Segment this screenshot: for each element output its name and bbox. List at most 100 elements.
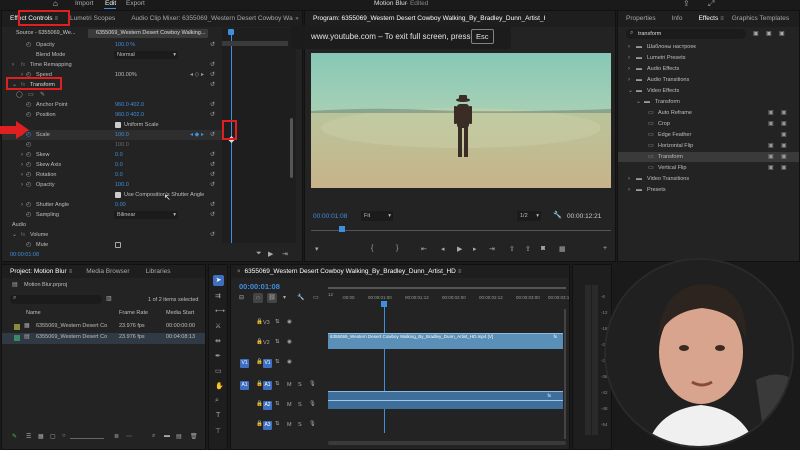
trash-icon[interactable]: 🗑: [190, 433, 198, 440]
tree-item[interactable]: › ▬ Presets: [618, 185, 799, 195]
reset-icon[interactable]: ↺: [210, 150, 222, 160]
reset-icon[interactable]: ↺: [210, 60, 222, 70]
row-value[interactable]: 0.0: [115, 150, 123, 160]
freeform-view-icon[interactable]: ▢: [50, 433, 56, 440]
new-bin-icon[interactable]: ▥: [106, 295, 112, 302]
tree-item[interactable]: ▭ Transform ▣ ▣: [618, 152, 799, 162]
stopwatch-icon[interactable]: ◴: [26, 170, 31, 180]
sync-lock-icon[interactable]: ⇅: [275, 359, 280, 365]
extract-icon[interactable]: ⇪: [525, 245, 531, 253]
reset-icon[interactable]: ↺: [210, 170, 222, 180]
share-icon[interactable]: ⇪: [683, 0, 690, 8]
stopwatch-icon[interactable]: ◴: [26, 100, 31, 110]
zoom-circle-icon[interactable]: ○: [62, 433, 66, 439]
wrench-icon[interactable]: 🔧: [553, 211, 562, 219]
ruler-scrollbar[interactable]: [328, 287, 566, 289]
type-tool-icon[interactable]: T: [216, 412, 220, 419]
expand-icon[interactable]: ⤢: [708, 0, 714, 9]
mark-out-bracket-icon[interactable]: }: [396, 245, 398, 252]
row-value[interactable]: 0.00: [115, 200, 126, 210]
tree-item[interactable]: ▭ Vertical Flip ▣ ▣: [618, 163, 799, 173]
row-value[interactable]: 100.0 %: [115, 40, 135, 50]
tab-audio-clip-mixer[interactable]: Audio Clip Mixer: 6355069_Western Desert…: [123, 11, 293, 27]
project-row[interactable]: ▦ 6355069_Western Desert Co 23.976 fps 0…: [2, 322, 205, 333]
timeline-timecode[interactable]: 00:00:01:08: [239, 282, 280, 291]
tree-item[interactable]: ⌄ ▬ Transform: [618, 97, 799, 107]
track-target-a3[interactable]: A3: [263, 421, 272, 430]
reset-icon[interactable]: ↺: [210, 230, 222, 240]
go-to-in-icon[interactable]: ⇤: [421, 245, 427, 253]
effects-search[interactable]: ⌕ transform: [626, 29, 746, 39]
add-marker-icon[interactable]: ▾: [283, 294, 286, 301]
sync-lock-icon[interactable]: ⇅: [275, 339, 280, 345]
timeline-v-scrollbar[interactable]: [564, 309, 566, 439]
reset-icon[interactable]: ↺: [210, 210, 222, 220]
selection-tool[interactable]: ➤: [213, 275, 224, 286]
row-value[interactable]: 0.0: [115, 160, 123, 170]
mute-checkbox[interactable]: [115, 242, 121, 248]
fit-select[interactable]: Fit ▾: [361, 211, 393, 221]
hand-icon[interactable]: ✋: [215, 382, 224, 390]
step-back-icon[interactable]: ◂: [441, 245, 445, 253]
pen-icon[interactable]: ✒: [215, 352, 221, 360]
track-target-a2[interactable]: A2: [263, 401, 272, 410]
rectangle-mask-icon[interactable]: ▭: [28, 90, 34, 100]
tab-menu-icon[interactable]: ≡: [69, 269, 73, 275]
resolution-select[interactable]: 1/2 ▾: [517, 211, 541, 221]
chevron-right-icon[interactable]: ›: [21, 160, 23, 170]
reset-icon[interactable]: ↺: [210, 110, 222, 120]
timeline-h-scrollbar[interactable]: [328, 441, 566, 445]
sync-lock-icon[interactable]: ⇅: [275, 421, 280, 427]
mark-in-icon[interactable]: ▾: [315, 245, 319, 253]
eye-icon[interactable]: ◉: [287, 339, 292, 345]
filter-32-icon[interactable]: ▣: [753, 30, 759, 37]
mute-m-button[interactable]: M: [287, 402, 292, 408]
tab-project[interactable]: Project: Motion Blur: [2, 265, 75, 278]
menu-import[interactable]: Import: [75, 0, 93, 7]
vertical-type-icon[interactable]: ⊤: [215, 427, 221, 435]
use-comp-shutter-checkbox[interactable]: [115, 192, 121, 198]
tab-sequence[interactable]: 6355069_Western Desert Cowboy Walking_By…: [241, 265, 464, 278]
tab-media-browser[interactable]: Media Browser: [78, 265, 137, 278]
row-value[interactable]: 100.0: [115, 180, 129, 190]
solo-s-button[interactable]: S: [298, 382, 302, 388]
home-icon[interactable]: ⌂: [53, 0, 58, 8]
lock-icon[interactable]: 🔒: [256, 359, 263, 365]
tree-item[interactable]: ▭ Crop ▣ ▣: [618, 119, 799, 129]
mute-m-button[interactable]: M: [287, 422, 292, 428]
tree-item[interactable]: ▭ Horizontal Flip ▣ ▣: [618, 141, 799, 151]
mark-in-bracket-icon[interactable]: {: [371, 245, 373, 252]
play-icon[interactable]: ▶: [268, 250, 273, 258]
lock-icon[interactable]: 🔒: [256, 421, 263, 427]
source-patch-v1[interactable]: V1: [240, 359, 249, 368]
chevron-right-icon[interactable]: ›: [12, 60, 14, 70]
go-to-out-icon[interactable]: ⇥: [489, 245, 495, 253]
zoom-slider[interactable]: [70, 438, 104, 439]
pencil-icon[interactable]: ✎: [12, 433, 17, 440]
add-button-icon[interactable]: +: [603, 245, 607, 252]
reset-icon[interactable]: ↺: [210, 100, 222, 110]
filter-icon[interactable]: ⏷: [256, 250, 262, 258]
new-item-icon[interactable]: ▤: [176, 433, 182, 440]
lock-icon[interactable]: 🔒: [256, 381, 263, 387]
solo-s-button[interactable]: S: [298, 422, 302, 428]
mic-icon[interactable]: 🎙: [309, 401, 316, 407]
row-value[interactable]: 960.0 402.0: [115, 100, 144, 110]
stopwatch-icon[interactable]: ◴: [26, 160, 31, 170]
time-ruler[interactable]: 12 :00:00 00:00:01:00 00:00:01:12 00:00:…: [328, 287, 569, 305]
uniform-scale-checkbox[interactable]: [115, 122, 121, 128]
chevron-right-icon[interactable]: ›: [21, 170, 23, 180]
linked-select-icon[interactable]: ⛓: [267, 293, 277, 303]
track-target-a1[interactable]: A1: [263, 381, 272, 390]
export-icon[interactable]: ⇥: [282, 250, 288, 258]
col-name[interactable]: Name: [26, 310, 41, 316]
menu-export[interactable]: Export: [126, 0, 145, 7]
captions-icon[interactable]: ▭: [313, 294, 319, 301]
panel-overflow-icon[interactable]: »: [295, 16, 298, 22]
lift-icon[interactable]: ⇧: [509, 245, 515, 253]
icon-view-icon[interactable]: ▦: [38, 433, 44, 440]
sync-lock-icon[interactable]: ⇅: [275, 381, 280, 387]
tree-item[interactable]: ▭ Edge Feather ▣: [618, 130, 799, 140]
row-value[interactable]: 0.0: [115, 170, 123, 180]
reset-icon[interactable]: ↺: [210, 80, 222, 90]
